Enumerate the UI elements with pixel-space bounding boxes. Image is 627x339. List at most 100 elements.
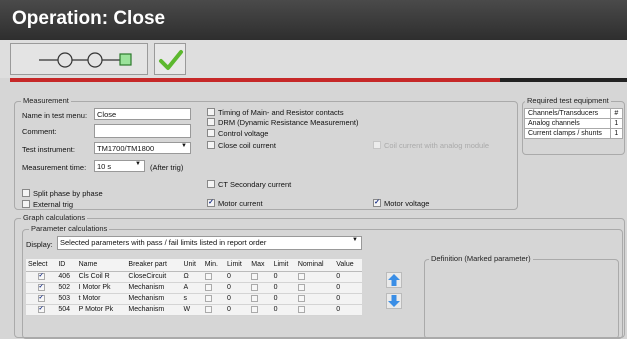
max-checkbox[interactable] [251, 294, 259, 302]
close-coil-current-checkbox[interactable] [207, 141, 215, 149]
table-row: Current clamps / shunts 1 [523, 128, 623, 139]
definition-legend: Definition (Marked parameter) [429, 254, 533, 263]
coil-analog-checkbox[interactable] [373, 141, 381, 149]
param-value[interactable]: 0 [334, 271, 362, 283]
table-row[interactable]: ✓ 406 Cls Coil R CloseCircuit Ω 0 0 0 [26, 271, 362, 283]
table-row[interactable]: ✓ 504 P Motor Pk Mechanism W 0 0 0 [26, 304, 362, 316]
accent-divider [10, 78, 500, 82]
display-select[interactable]: Selected parameters with pass / fail lim… [57, 236, 362, 250]
param-min-limit[interactable]: 0 [225, 282, 250, 294]
param-name: P Motor Pk [76, 304, 127, 316]
timing-checkbox[interactable] [207, 108, 215, 116]
param-max-limit[interactable]: 0 [271, 282, 296, 294]
min-checkbox[interactable] [204, 283, 212, 291]
motor-voltage-label: Motor voltage [384, 199, 430, 208]
column-header: Name [76, 259, 127, 272]
instrument-label: Test instrument: [22, 145, 75, 154]
param-value[interactable]: 0 [334, 282, 362, 294]
min-checkbox[interactable] [204, 294, 212, 302]
instrument-select[interactable]: TM1700/TM1800 ▼ [94, 142, 191, 154]
split-phase-checkbox[interactable] [22, 189, 30, 197]
timing-label: Timing of Main- and Resistor contacts [218, 108, 344, 117]
column-header: Min. [202, 259, 225, 272]
table-cell: 1 [610, 128, 623, 139]
table-row[interactable]: ✓ 502 I Motor Pk Mechanism A 0 0 0 [26, 282, 362, 294]
motor-current-checkbox[interactable]: ✓ [207, 199, 215, 207]
table-row[interactable]: ✓ 503 t Motor Mechanism s 0 0 0 [26, 293, 362, 305]
param-id: 504 [56, 304, 77, 316]
param-breaker-part: Mechanism [126, 282, 182, 294]
select-checkbox[interactable]: ✓ [37, 305, 45, 313]
graph-legend: Graph calculations [21, 213, 88, 222]
move-down-button[interactable] [386, 293, 402, 309]
nominal-checkbox[interactable] [297, 294, 305, 302]
param-min-limit[interactable]: 0 [225, 304, 250, 316]
nominal-checkbox[interactable] [297, 283, 305, 291]
param-max-limit[interactable]: 0 [271, 293, 296, 305]
max-checkbox[interactable] [251, 272, 259, 280]
param-min-limit[interactable]: 0 [225, 293, 250, 305]
column-header: Limit [225, 259, 250, 272]
sequence-button[interactable] [10, 43, 148, 75]
time-select[interactable]: 10 s ▼ [94, 160, 145, 172]
control-voltage-checkbox[interactable] [207, 129, 215, 137]
split-phase-label: Split phase by phase [33, 189, 103, 198]
nominal-checkbox[interactable] [297, 305, 305, 313]
move-up-button[interactable] [386, 272, 402, 288]
param-unit: s [181, 293, 203, 305]
green-checkmark-icon [159, 50, 183, 70]
column-header: Breaker part [126, 259, 182, 272]
max-checkbox[interactable] [251, 305, 259, 313]
select-checkbox[interactable]: ✓ [37, 294, 45, 302]
param-id: 502 [56, 282, 77, 294]
instrument-value: TM1700/TM1800 [97, 144, 155, 153]
param-breaker-part: Mechanism [126, 304, 182, 316]
title-bar: Operation: Close [0, 0, 627, 40]
name-input[interactable]: Close [94, 108, 191, 120]
min-checkbox[interactable] [204, 272, 212, 280]
param-id: 406 [56, 271, 77, 283]
column-header: Select [26, 259, 57, 272]
column-header: Value [334, 259, 362, 272]
table-header-row: Select ID Name Breaker part Unit Min. Li… [26, 259, 362, 272]
table-cell: 1 [610, 118, 623, 129]
param-value[interactable]: 0 [334, 304, 362, 316]
name-label: Name in test menu: [22, 111, 88, 120]
parameters-table: Select ID Name Breaker part Unit Min. Li… [26, 259, 362, 316]
column-header: Channels/Transducers [523, 108, 612, 119]
external-trig-checkbox[interactable] [22, 200, 30, 208]
param-min-limit[interactable]: 0 [225, 271, 250, 283]
motor-voltage-checkbox[interactable]: ✓ [373, 199, 381, 207]
drm-checkbox[interactable] [207, 118, 215, 126]
param-value[interactable]: 0 [334, 293, 362, 305]
max-checkbox[interactable] [251, 283, 259, 291]
arrow-up-icon [388, 274, 400, 286]
select-checkbox[interactable]: ✓ [37, 283, 45, 291]
param-breaker-part: CloseCircuit [126, 271, 182, 283]
column-header: Nominal [295, 259, 335, 272]
arrow-down-icon [388, 295, 400, 307]
apply-button[interactable] [154, 43, 186, 75]
column-header: # [610, 108, 623, 119]
parameter-legend: Parameter calculations [29, 224, 110, 233]
column-header: Limit [271, 259, 296, 272]
time-label: Measurement time: [22, 163, 87, 172]
param-max-limit[interactable]: 0 [271, 304, 296, 316]
min-checkbox[interactable] [204, 305, 212, 313]
column-header: ID [56, 259, 77, 272]
ct-secondary-checkbox[interactable] [207, 180, 215, 188]
param-max-limit[interactable]: 0 [271, 271, 296, 283]
column-header: Max [249, 259, 272, 272]
select-checkbox[interactable]: ✓ [37, 272, 45, 280]
chevron-down-icon: ▼ [135, 161, 141, 167]
column-header: Unit [181, 259, 203, 272]
motor-current-label: Motor current [218, 199, 263, 208]
o-o-square-sequence-icon [39, 52, 132, 68]
param-unit: W [181, 304, 203, 316]
table-cell: Current clamps / shunts [523, 128, 612, 139]
comment-input[interactable] [94, 124, 191, 138]
divider-dark [500, 78, 627, 82]
param-unit: A [181, 282, 203, 294]
nominal-checkbox[interactable] [297, 272, 305, 280]
definition-panel: Definition (Marked parameter) [424, 254, 619, 339]
